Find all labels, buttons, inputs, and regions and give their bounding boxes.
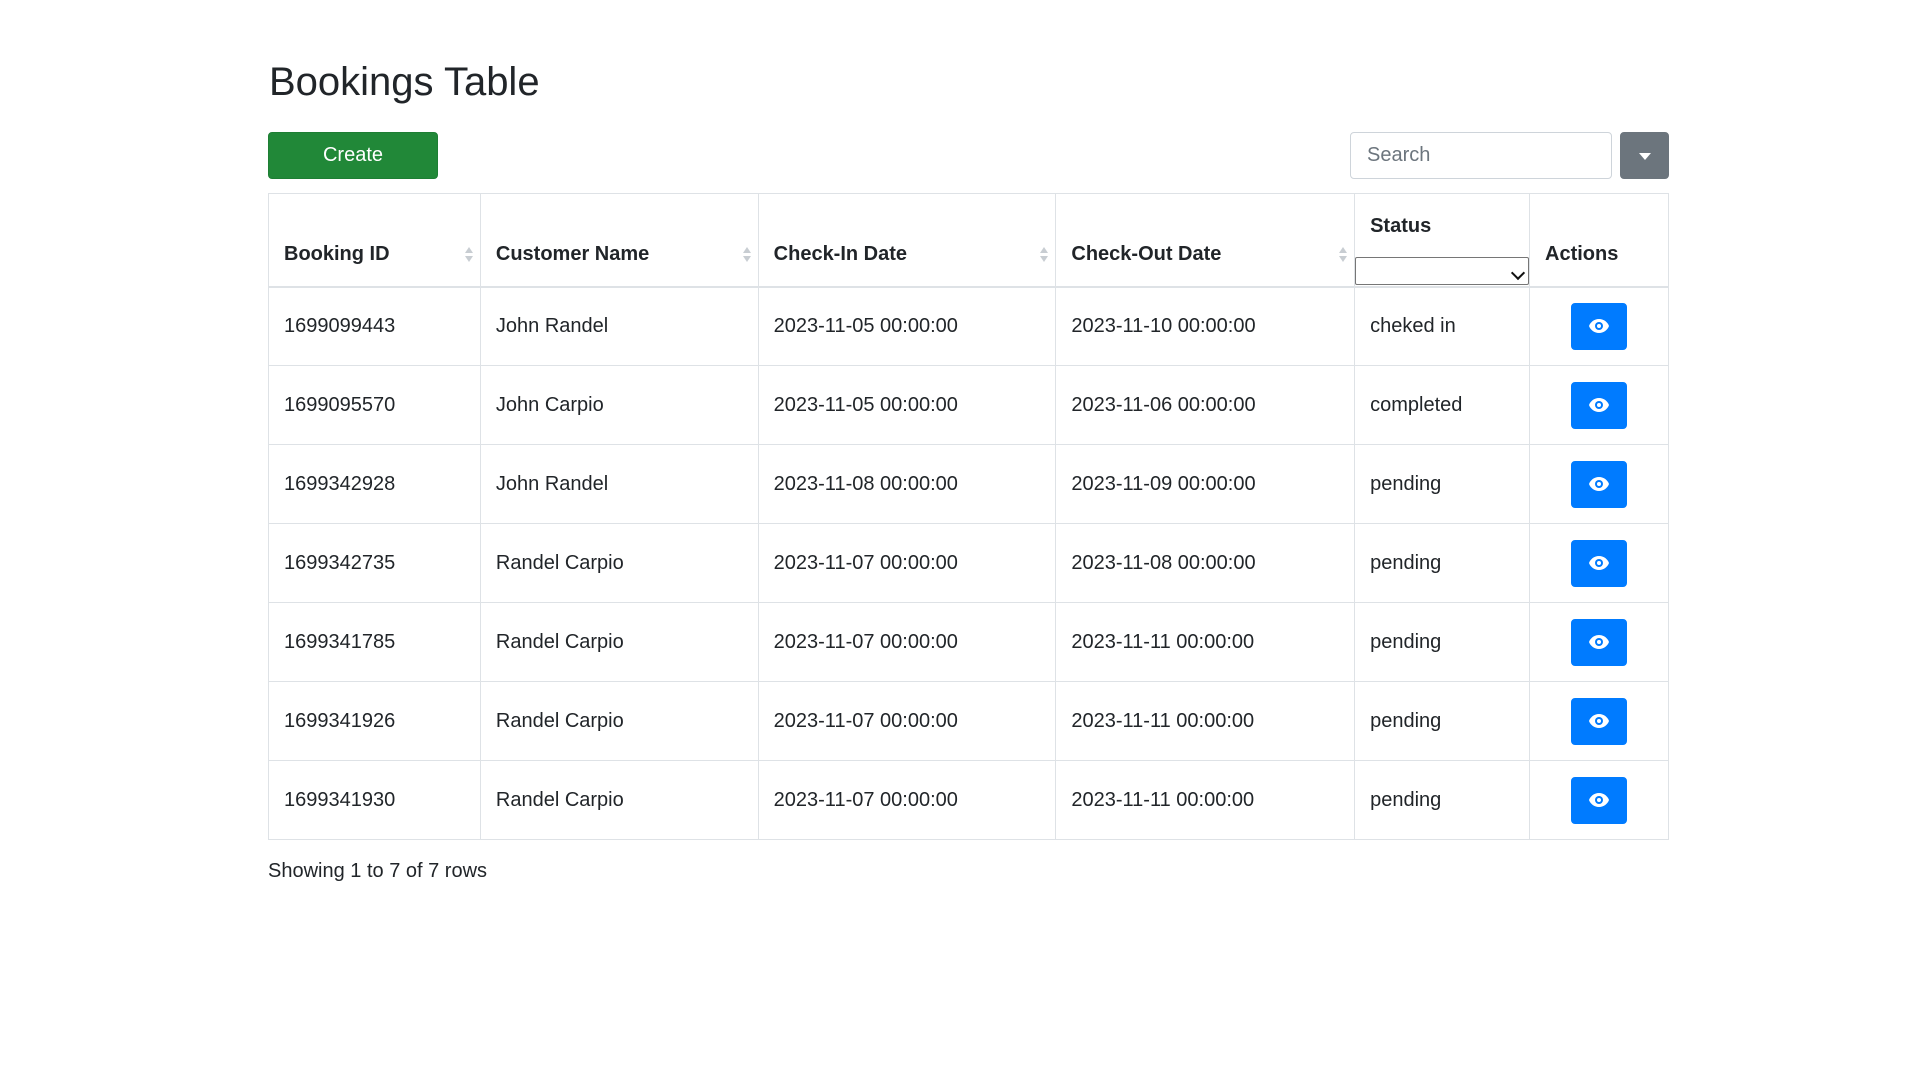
column-header-label: Status	[1370, 215, 1432, 237]
sort-icon	[464, 244, 474, 266]
view-booking-button[interactable]	[1571, 618, 1627, 666]
column-header-booking-id[interactable]: Booking ID	[268, 193, 481, 288]
column-header-check-in-date[interactable]: Check-In Date	[757, 193, 1057, 288]
view-booking-button[interactable]	[1571, 539, 1627, 587]
cell-booking-id: 1699342928	[268, 444, 481, 524]
bookings-table: Booking ID Customer Name Check-In Date C…	[268, 193, 1669, 840]
view-booking-button[interactable]	[1571, 302, 1627, 350]
cell-check-in-date: 2023-11-05 00:00:00	[757, 286, 1057, 366]
table-row: 1699342928 John Randel 2023-11-08 00:00:…	[268, 444, 1669, 524]
table-row: 1699099443 John Randel 2023-11-05 00:00:…	[268, 286, 1669, 366]
cell-actions	[1529, 760, 1669, 840]
column-header-label: Customer Name	[495, 242, 650, 265]
eye-icon	[1589, 319, 1609, 334]
cell-booking-id: 1699099443	[268, 286, 481, 366]
cell-status: pending	[1354, 681, 1531, 761]
cell-check-out-date: 2023-11-09 00:00:00	[1055, 444, 1356, 524]
column-header-label: Check-Out Date	[1071, 242, 1222, 265]
toolbar-dropdown-button[interactable]	[1620, 132, 1669, 179]
cell-booking-id: 1699341930	[268, 760, 481, 840]
cell-customer-name: John Carpio	[479, 365, 759, 445]
table-row: 1699341930 Randel Carpio 2023-11-07 00:0…	[268, 760, 1669, 840]
search-input[interactable]	[1350, 132, 1612, 179]
sort-icon	[1039, 244, 1049, 266]
cell-customer-name: John Randel	[479, 286, 759, 366]
caret-down-icon	[1638, 153, 1651, 160]
table-header-row: Booking ID Customer Name Check-In Date C…	[268, 193, 1669, 288]
cell-actions	[1529, 365, 1669, 445]
cell-actions	[1529, 444, 1669, 524]
cell-customer-name: Randel Carpio	[479, 602, 759, 682]
cell-check-out-date: 2023-11-06 00:00:00	[1055, 365, 1356, 445]
cell-actions	[1529, 681, 1669, 761]
column-header-actions: Actions	[1529, 193, 1669, 288]
cell-booking-id: 1699095570	[268, 365, 481, 445]
cell-customer-name: Randel Carpio	[479, 523, 759, 603]
eye-icon	[1589, 635, 1609, 649]
view-booking-button[interactable]	[1571, 776, 1627, 824]
pagination-info: Showing 1 to 7 of 7 rows	[268, 860, 488, 882]
view-booking-button[interactable]	[1571, 460, 1627, 508]
cell-customer-name: John Randel	[479, 444, 759, 524]
column-header-label: Actions	[1545, 242, 1619, 265]
cell-booking-id: 1699342735	[268, 523, 481, 603]
eye-icon	[1589, 477, 1609, 491]
cell-status: pending	[1354, 602, 1531, 682]
status-filter-select[interactable]	[1355, 256, 1530, 285]
column-header-label: Booking ID	[284, 242, 390, 265]
cell-check-out-date: 2023-11-11 00:00:00	[1055, 760, 1356, 840]
cell-status: cheked in	[1354, 286, 1531, 366]
cell-check-out-date: 2023-11-11 00:00:00	[1055, 602, 1356, 682]
cell-check-in-date: 2023-11-05 00:00:00	[757, 365, 1057, 445]
create-booking-button[interactable]: Create Booking	[268, 132, 438, 211]
cell-status: pending	[1354, 444, 1531, 524]
eye-icon	[1589, 714, 1609, 728]
column-header-label: Check-In Date	[773, 242, 908, 265]
sort-icon	[742, 244, 752, 266]
cell-actions	[1529, 286, 1669, 366]
cell-check-in-date: 2023-11-07 00:00:00	[757, 681, 1057, 761]
view-booking-button[interactable]	[1571, 697, 1627, 745]
sort-icon	[1338, 244, 1348, 266]
cell-check-out-date: 2023-11-10 00:00:00	[1055, 286, 1356, 366]
table-row: 1699342735 Randel Carpio 2023-11-07 00:0…	[268, 523, 1669, 603]
page-title: Bookings Table	[269, 60, 540, 104]
table-row: 1699341926 Randel Carpio 2023-11-07 00:0…	[268, 681, 1669, 761]
cell-booking-id: 1699341926	[268, 681, 481, 761]
cell-status: pending	[1354, 760, 1531, 840]
eye-icon	[1589, 793, 1609, 807]
cell-check-in-date: 2023-11-07 00:00:00	[757, 602, 1057, 682]
column-header-check-out-date[interactable]: Check-Out Date	[1055, 193, 1356, 288]
cell-check-out-date: 2023-11-08 00:00:00	[1055, 523, 1356, 603]
toolbar: Create Booking	[268, 132, 1669, 211]
table-row: 1699341785 Randel Carpio 2023-11-07 00:0…	[268, 602, 1669, 682]
column-header-customer-name[interactable]: Customer Name	[479, 193, 759, 288]
cell-status: completed	[1354, 365, 1531, 445]
table-row: 1699095570 John Carpio 2023-11-05 00:00:…	[268, 365, 1669, 445]
cell-check-in-date: 2023-11-07 00:00:00	[757, 760, 1057, 840]
eye-icon	[1589, 556, 1609, 570]
table-body: 1699099443 John Randel 2023-11-05 00:00:…	[268, 286, 1669, 840]
cell-check-in-date: 2023-11-08 00:00:00	[757, 444, 1057, 524]
cell-check-in-date: 2023-11-07 00:00:00	[757, 523, 1057, 603]
cell-customer-name: Randel Carpio	[479, 681, 759, 761]
cell-actions	[1529, 602, 1669, 682]
cell-status: pending	[1354, 523, 1531, 603]
cell-check-out-date: 2023-11-11 00:00:00	[1055, 681, 1356, 761]
cell-customer-name: Randel Carpio	[479, 760, 759, 840]
view-booking-button[interactable]	[1571, 381, 1627, 429]
cell-actions	[1529, 523, 1669, 603]
eye-icon	[1589, 398, 1609, 412]
column-header-status: Status	[1354, 193, 1531, 288]
cell-booking-id: 1699341785	[268, 602, 481, 682]
